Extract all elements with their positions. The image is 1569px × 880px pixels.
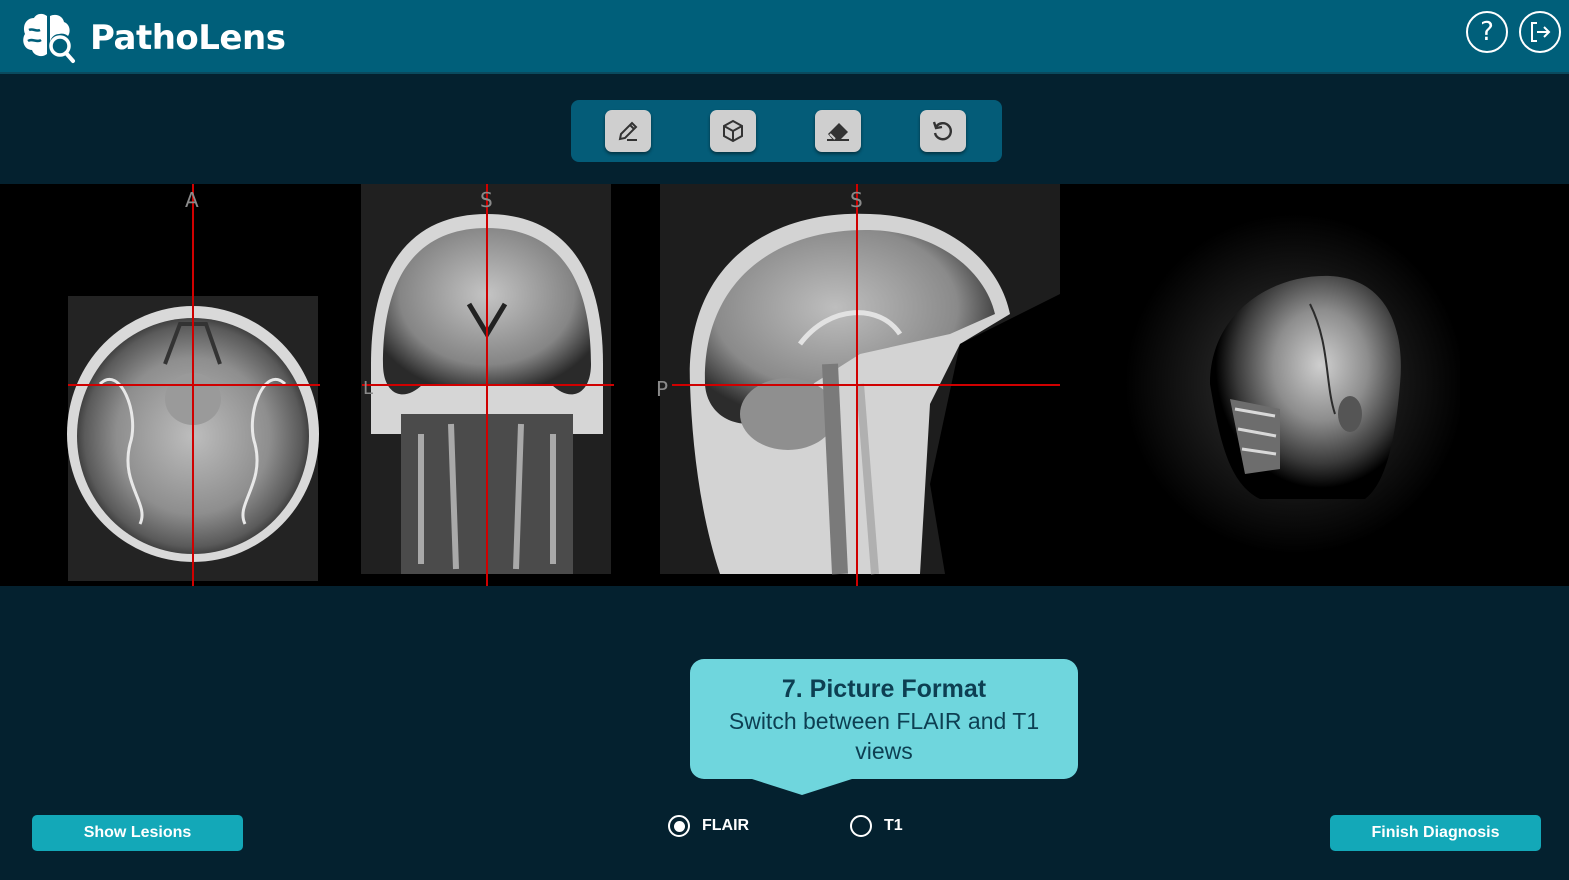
undo-tool-button[interactable]: [920, 110, 966, 152]
t1-radio[interactable]: T1: [850, 814, 903, 838]
drawing-toolbar: [571, 100, 1002, 162]
coronal-orientation-label: S: [480, 188, 493, 212]
question-mark-icon: ?: [1480, 17, 1494, 47]
eraser-icon: [827, 123, 849, 141]
radio-selected-indicator: [668, 815, 690, 837]
axial-orientation-label: A: [185, 188, 199, 212]
tooltip-body: Switch between FLAIR and T1 views: [728, 708, 1040, 764]
logout-icon: [1531, 22, 1551, 42]
help-button[interactable]: ?: [1466, 11, 1508, 53]
cube-icon: [723, 119, 743, 143]
tooltip-title: 7. Picture Format: [781, 675, 987, 703]
t1-radio-label: T1: [884, 817, 903, 834]
coronal-side-label: L: [363, 378, 374, 399]
3d-render-view[interactable]: [1110, 184, 1460, 586]
eraser-tool-button[interactable]: [815, 110, 861, 152]
sagittal-orientation-label: S: [850, 188, 863, 212]
axial-crosshair-horizontal: [68, 384, 320, 386]
cube-tool-button[interactable]: [710, 110, 756, 152]
tutorial-tooltip: 7. Picture Format Switch between FLAIR a…: [690, 659, 1078, 795]
finish-diagnosis-button[interactable]: Finish Diagnosis: [1330, 815, 1541, 851]
flair-radio-label: FLAIR: [702, 817, 750, 834]
app-title: PathoLens: [90, 18, 286, 58]
undo-icon: [932, 121, 952, 141]
brain-magnifier-icon: [20, 10, 76, 66]
app-header: PathoLens ?: [0, 0, 1569, 74]
show-lesions-button[interactable]: Show Lesions: [32, 815, 243, 851]
radio-unselected-indicator: [850, 815, 872, 837]
coronal-crosshair-horizontal: [362, 384, 614, 386]
sagittal-side-label: P: [656, 377, 669, 401]
pencil-tool-button[interactable]: [605, 110, 651, 152]
flair-radio[interactable]: FLAIR: [668, 814, 749, 838]
pencil-icon: [618, 121, 638, 141]
sagittal-crosshair-horizontal: [672, 384, 1060, 386]
logout-button[interactable]: [1519, 11, 1561, 53]
mri-viewer: A S L S P: [0, 184, 1569, 586]
